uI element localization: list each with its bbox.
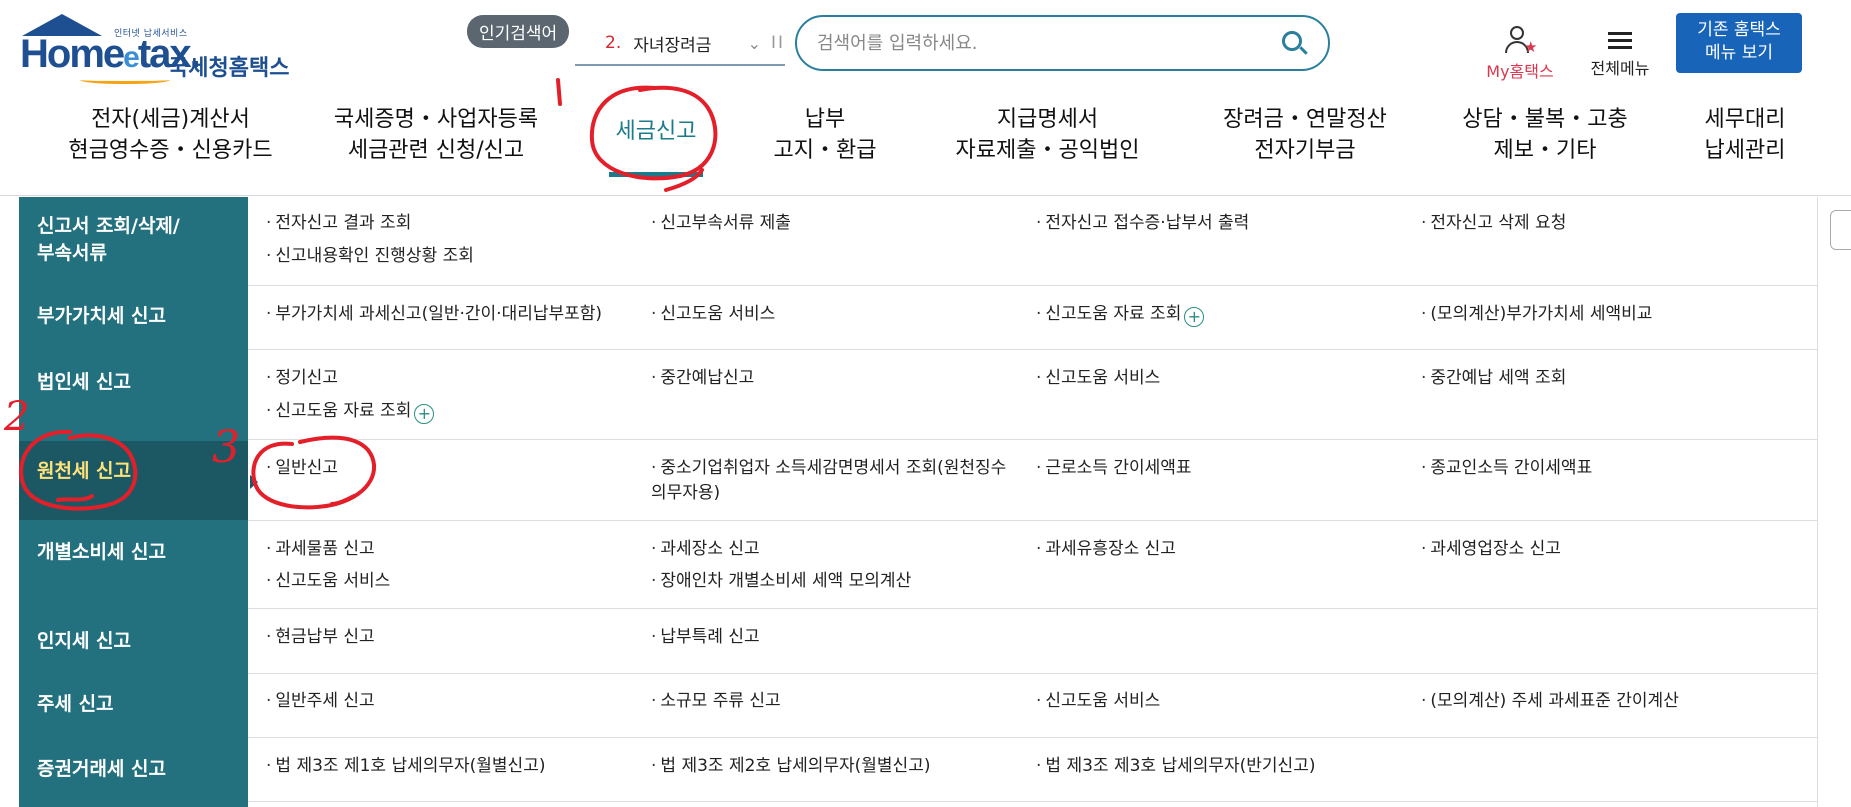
plus-circle-icon[interactable]: + — [1184, 307, 1205, 327]
plus-circle-icon[interactable]: + — [414, 404, 435, 424]
gnb-incentive[interactable]: 장려금・연말정산 전자기부금 — [1205, 104, 1405, 166]
link-vat-simulation[interactable]: (모의계산)부가가치세 세액비교 — [1421, 302, 1652, 327]
link-cash-payment[interactable]: 현금납부 신고 — [266, 625, 374, 650]
link-vat-help-service[interactable]: 신고도움 서비스 — [651, 302, 775, 327]
link-sme-exemption-inquiry[interactable]: 중소기업취업자 소득세감면명세서 조회(원천징수의무자용) — [651, 456, 1011, 506]
link-wage-tax-table[interactable]: 근로소득 간이세액표 — [1036, 456, 1191, 481]
side-floating-tab[interactable] — [1830, 210, 1851, 250]
link-taxable-place[interactable]: 과세장소 신고 — [651, 537, 759, 562]
link-securities-semiannual[interactable]: 법 제3조 제3호 납세의무자(반기신고) — [1036, 754, 1315, 779]
category-excise-tax[interactable]: 개별소비세 신고 — [19, 539, 248, 566]
link-content-check[interactable]: 신고내용확인 진행상황 조회 — [266, 244, 474, 269]
link-vat-help-data[interactable]: 신고도움 자료 조회+ — [1036, 302, 1205, 327]
popular-search-ticker[interactable]: 2. 자녀장려금 ⌄ II — [575, 22, 785, 66]
submenu-grid: 전자신고 결과 조회 신고부속서류 제출 전자신고 접수증·납부서 출력 전자신… — [248, 197, 1818, 807]
row-divider — [248, 439, 1818, 440]
hometax-logo[interactable]: 인터넷 납세서비스 Homeetax. 국세청홈택스 — [20, 14, 290, 84]
link-business-place[interactable]: 과세영업장소 신고 — [1421, 537, 1561, 562]
content-right-border — [1817, 197, 1818, 807]
link-receipt-print[interactable]: 전자신고 접수증·납부서 출력 — [1036, 211, 1249, 236]
search-icon[interactable] — [1280, 29, 1308, 57]
hamburger-icon — [1608, 32, 1632, 49]
link-small-liquor[interactable]: 소규모 주류 신고 — [651, 689, 780, 714]
category-corporate-tax[interactable]: 법인세 신고 — [19, 369, 248, 396]
category-return-inquiry[interactable]: 신고서 조회/삭제/ 부속서류 — [19, 213, 248, 267]
gnb-active-underline — [609, 172, 703, 177]
category-stamp-tax[interactable]: 인지세 신고 — [19, 628, 248, 655]
link-regular-return[interactable]: 정기신고 — [266, 366, 338, 391]
link-securities-monthly-2[interactable]: 법 제3조 제2호 납세의무자(월별신고) — [651, 754, 930, 779]
row-divider — [248, 285, 1818, 286]
link-corp-help-data[interactable]: 신고도움 자료 조회+ — [266, 399, 435, 424]
link-vat-return[interactable]: 부가가치세 과세신고(일반·간이·대리납부포함) — [266, 302, 602, 327]
popular-rank: 2. — [605, 33, 622, 53]
row-divider — [248, 608, 1818, 609]
link-liquor-help-service[interactable]: 신고도움 서비스 — [1036, 689, 1160, 714]
link-interim-inquiry[interactable]: 중간예납 세액 조회 — [1421, 366, 1566, 391]
link-religious-tax-table[interactable]: 종교인소득 간이세액표 — [1421, 456, 1592, 481]
category-liquor-tax[interactable]: 주세 신고 — [19, 691, 248, 718]
category-withholding-tax[interactable]: 원천세 신고 — [19, 441, 258, 520]
link-general-return[interactable]: 일반신고 — [266, 456, 338, 481]
top-header: 인터넷 납세서비스 Homeetax. 국세청홈택스 인기검색어 2. 자녀장려… — [0, 0, 1851, 96]
link-general-liquor[interactable]: 일반주세 신고 — [266, 689, 374, 714]
pause-icon[interactable]: II — [771, 33, 785, 53]
category-sidebar: 신고서 조회/삭제/ 부속서류 부가가치세 신고 법인세 신고 원천세 신고 개… — [19, 197, 258, 807]
popular-search-badge: 인기검색어 — [467, 15, 570, 48]
search-input[interactable] — [817, 32, 1280, 54]
link-efile-delete[interactable]: 전자신고 삭제 요청 — [1421, 211, 1566, 236]
link-corp-help-service[interactable]: 신고도움 서비스 — [1036, 366, 1160, 391]
link-taxable-goods[interactable]: 과세물품 신고 — [266, 537, 374, 562]
link-entertainment-place[interactable]: 과세유흥장소 신고 — [1036, 537, 1176, 562]
logo-korean: 국세청홈택스 — [168, 56, 290, 81]
link-payment-special[interactable]: 납부특례 신고 — [651, 625, 759, 650]
row-divider — [248, 801, 1818, 802]
gnb-payment[interactable]: 납부 고지・환급 — [760, 104, 890, 166]
link-liquor-simulation[interactable]: (모의계산) 주세 과세표준 간이계산 — [1421, 689, 1678, 714]
old-menu-line2: 메뉴 보기 — [1705, 43, 1773, 63]
category-securities-tax[interactable]: 증권거래세 신고 — [19, 756, 248, 783]
link-excise-help-service[interactable]: 신고도움 서비스 — [266, 569, 390, 594]
user-star-icon: ★ — [1502, 24, 1538, 56]
link-attachment-submit[interactable]: 신고부속서류 제출 — [651, 211, 791, 236]
row-divider — [248, 349, 1818, 350]
gnb-consulting[interactable]: 상담・불복・고충 제보・기타 — [1450, 104, 1640, 166]
category-vat[interactable]: 부가가치세 신고 — [19, 303, 248, 330]
all-menu-button[interactable]: 전체메뉴 — [1580, 28, 1660, 79]
row-divider — [248, 673, 1818, 674]
link-efile-result[interactable]: 전자신고 결과 조회 — [266, 211, 411, 236]
row-divider — [248, 520, 1818, 521]
search-box — [795, 15, 1330, 71]
link-disabled-car-simulation[interactable]: 장애인차 개별소비세 세액 모의계산 — [651, 569, 911, 594]
row-divider — [248, 737, 1818, 738]
chevron-down-icon[interactable]: ⌄ — [748, 34, 761, 53]
link-securities-monthly-1[interactable]: 법 제3조 제1호 납세의무자(월별신고) — [266, 754, 545, 779]
logo-swoosh-icon — [80, 76, 170, 84]
old-menu-line1: 기존 홈택스 — [1697, 20, 1781, 40]
gnb-tax-return[interactable]: 세금신고 — [600, 116, 712, 147]
all-menu-label: 전체메뉴 — [1590, 59, 1650, 78]
gnb-payment-statement[interactable]: 지급명세서 자료제출・공익법인 — [945, 104, 1150, 166]
old-menu-button[interactable]: 기존 홈택스 메뉴 보기 — [1676, 13, 1802, 73]
gnb-certificate[interactable]: 국세증명・사업자등록 세금관련 신청/신고 — [322, 104, 550, 166]
my-hometax-label: My홈택스 — [1486, 62, 1554, 81]
gnb-tax-agent[interactable]: 세무대리 납세관리 — [1690, 104, 1800, 166]
main-navigation: 전자(세금)계산서 현금영수증・신용카드 국세증명・사업자등록 세금관련 신청/신고… — [0, 96, 1851, 196]
my-hometax-link[interactable]: ★ My홈택스 — [1478, 24, 1562, 82]
link-interim-return[interactable]: 중간예납신고 — [651, 366, 754, 391]
popular-term[interactable]: 자녀장려금 — [633, 31, 711, 56]
gnb-e-invoice[interactable]: 전자(세금)계산서 현금영수증・신용카드 — [48, 104, 293, 166]
